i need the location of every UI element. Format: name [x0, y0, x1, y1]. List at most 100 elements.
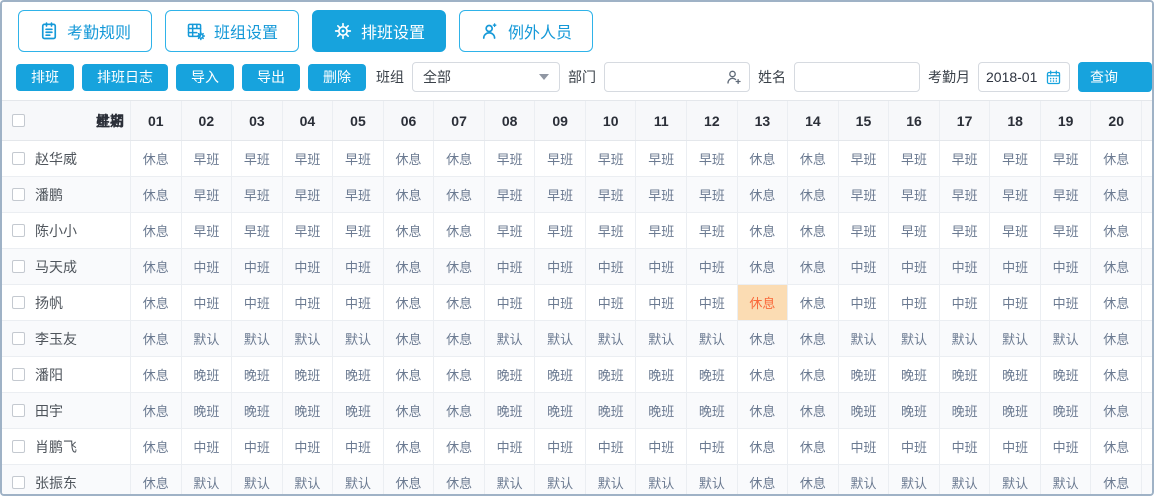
person-add-icon[interactable]	[725, 68, 743, 86]
shift-cell[interactable]: 早班	[686, 213, 737, 248]
shift-cell[interactable]: 休息	[130, 213, 181, 248]
shift-cell[interactable]: 休息	[130, 249, 181, 284]
shift-cell[interactable]: 休息	[433, 357, 484, 392]
shift-cell[interactable]: 中班	[939, 429, 990, 464]
shift-cell[interactable]: 休息	[787, 393, 838, 428]
shift-cell[interactable]: 中班	[686, 249, 737, 284]
row-checkbox[interactable]	[12, 476, 25, 489]
name-input[interactable]	[794, 62, 920, 92]
shift-cell[interactable]: 中班	[534, 285, 585, 320]
shift-cell[interactable]: 晚班	[686, 357, 737, 392]
month-picker[interactable]: 2018-01	[978, 62, 1070, 92]
shift-cell[interactable]: 默认	[838, 465, 889, 496]
shift-cell[interactable]: 默认	[939, 321, 990, 356]
shift-cell[interactable]: 休息	[787, 285, 838, 320]
shift-cell[interactable]: 早班	[888, 177, 939, 212]
shift-cell[interactable]: 早班	[686, 141, 737, 176]
shift-cell[interactable]: 默认	[1040, 321, 1091, 356]
shift-cell[interactable]: 早班	[282, 213, 333, 248]
shift-cell[interactable]: 默认	[332, 321, 383, 356]
shift-cell[interactable]: 休息	[737, 141, 788, 176]
shift-cell[interactable]: 默认	[1040, 465, 1091, 496]
shift-cell[interactable]: 晚班	[989, 393, 1040, 428]
shift-cell[interactable]: 中班	[989, 429, 1040, 464]
shift-cell[interactable]: 晚班	[1040, 393, 1091, 428]
shift-cell[interactable]: 晚班	[484, 357, 535, 392]
shift-cell[interactable]: 休息	[737, 249, 788, 284]
shift-cell[interactable]: 默认	[282, 321, 333, 356]
shift-cell[interactable]: 早班	[939, 141, 990, 176]
shift-cell[interactable]: 中班	[332, 249, 383, 284]
select-all-checkbox[interactable]	[12, 114, 25, 127]
shift-cell[interactable]: 默认	[686, 465, 737, 496]
shift-cell[interactable]: 中班	[1040, 249, 1091, 284]
shift-cell[interactable]: 中班	[282, 249, 333, 284]
shift-cell[interactable]: 默认	[989, 465, 1040, 496]
shift-cell[interactable]: 休息	[737, 429, 788, 464]
shift-cell[interactable]: 中班	[534, 429, 585, 464]
shift-cell[interactable]: 休息	[1090, 429, 1141, 464]
shift-cell[interactable]: 晚班	[635, 393, 686, 428]
shift-cell[interactable]: 早班	[989, 141, 1040, 176]
shift-cell[interactable]: 休息	[1090, 249, 1141, 284]
shift-cell[interactable]: 中班	[888, 285, 939, 320]
tab-team-settings[interactable]: 班组设置	[165, 10, 299, 52]
shift-cell[interactable]: 早班	[332, 177, 383, 212]
tab-attendance-rules[interactable]: 考勤规则	[18, 10, 152, 52]
shift-cell[interactable]: 休息	[433, 285, 484, 320]
shift-cell[interactable]: 休息	[737, 357, 788, 392]
shift-cell[interactable]: 默认	[484, 465, 535, 496]
shift-cell[interactable]: 中班	[635, 249, 686, 284]
shift-cell[interactable]: 休息	[1090, 141, 1141, 176]
shift-cell[interactable]: 早班	[231, 141, 282, 176]
row-checkbox[interactable]	[12, 404, 25, 417]
shift-cell[interactable]: 中班	[332, 285, 383, 320]
shift-cell[interactable]: 休息	[737, 465, 788, 496]
shift-cell[interactable]: 早班	[585, 213, 636, 248]
shift-cell[interactable]: 休息	[787, 321, 838, 356]
shift-cell[interactable]: 早班	[635, 141, 686, 176]
shift-cell[interactable]: 中班	[484, 429, 535, 464]
shift-cell[interactable]: 晚班	[231, 357, 282, 392]
shift-cell[interactable]: 早班	[332, 213, 383, 248]
shift-cell[interactable]: 休息	[1090, 213, 1141, 248]
shift-cell[interactable]: 早班	[838, 213, 889, 248]
shift-cell[interactable]: 休息	[787, 357, 838, 392]
shift-cell[interactable]: 中班	[989, 249, 1040, 284]
shift-cell[interactable]: 中班	[585, 249, 636, 284]
shift-cell[interactable]: 休息	[787, 429, 838, 464]
shift-cell[interactable]: 中班	[585, 285, 636, 320]
shift-cell[interactable]: 中班	[484, 285, 535, 320]
shift-cell[interactable]: 中班	[838, 429, 889, 464]
shift-cell[interactable]: 早班	[888, 213, 939, 248]
shift-cell[interactable]: 休息	[433, 249, 484, 284]
shift-cell[interactable]: 默认	[686, 321, 737, 356]
shift-cell[interactable]: 早班	[838, 177, 889, 212]
shift-cell[interactable]: 早班	[635, 177, 686, 212]
shift-cell[interactable]: 晚班	[888, 393, 939, 428]
shift-cell[interactable]: 中班	[585, 429, 636, 464]
shift-cell[interactable]: 中班	[686, 285, 737, 320]
shift-cell[interactable]: 休息	[130, 357, 181, 392]
shift-cell[interactable]: 默认	[181, 465, 232, 496]
shift-cell[interactable]: 中班	[231, 285, 282, 320]
shift-cell[interactable]: 休息	[787, 465, 838, 496]
shift-cell[interactable]: 早班	[1040, 213, 1091, 248]
shift-cell[interactable]: 中班	[1040, 429, 1091, 464]
shift-cell[interactable]: 晚班	[939, 393, 990, 428]
shift-cell[interactable]: 早班	[585, 141, 636, 176]
shift-cell[interactable]: 默认	[332, 465, 383, 496]
shift-cell[interactable]: 休息	[433, 321, 484, 356]
shift-cell[interactable]: 早班	[181, 141, 232, 176]
shift-cell[interactable]: 休息	[737, 177, 788, 212]
shift-cell[interactable]: 早班	[989, 213, 1040, 248]
shift-cell[interactable]: 中班	[282, 285, 333, 320]
shift-cell[interactable]: 中班	[939, 249, 990, 284]
shift-cell[interactable]: 休息	[383, 321, 434, 356]
shift-cell[interactable]: 休息	[433, 465, 484, 496]
shift-cell[interactable]: 中班	[181, 285, 232, 320]
shift-cell[interactable]: 早班	[181, 213, 232, 248]
shift-cell[interactable]: 休息	[383, 213, 434, 248]
row-checkbox[interactable]	[12, 152, 25, 165]
shift-cell[interactable]: 休息	[1090, 285, 1141, 320]
